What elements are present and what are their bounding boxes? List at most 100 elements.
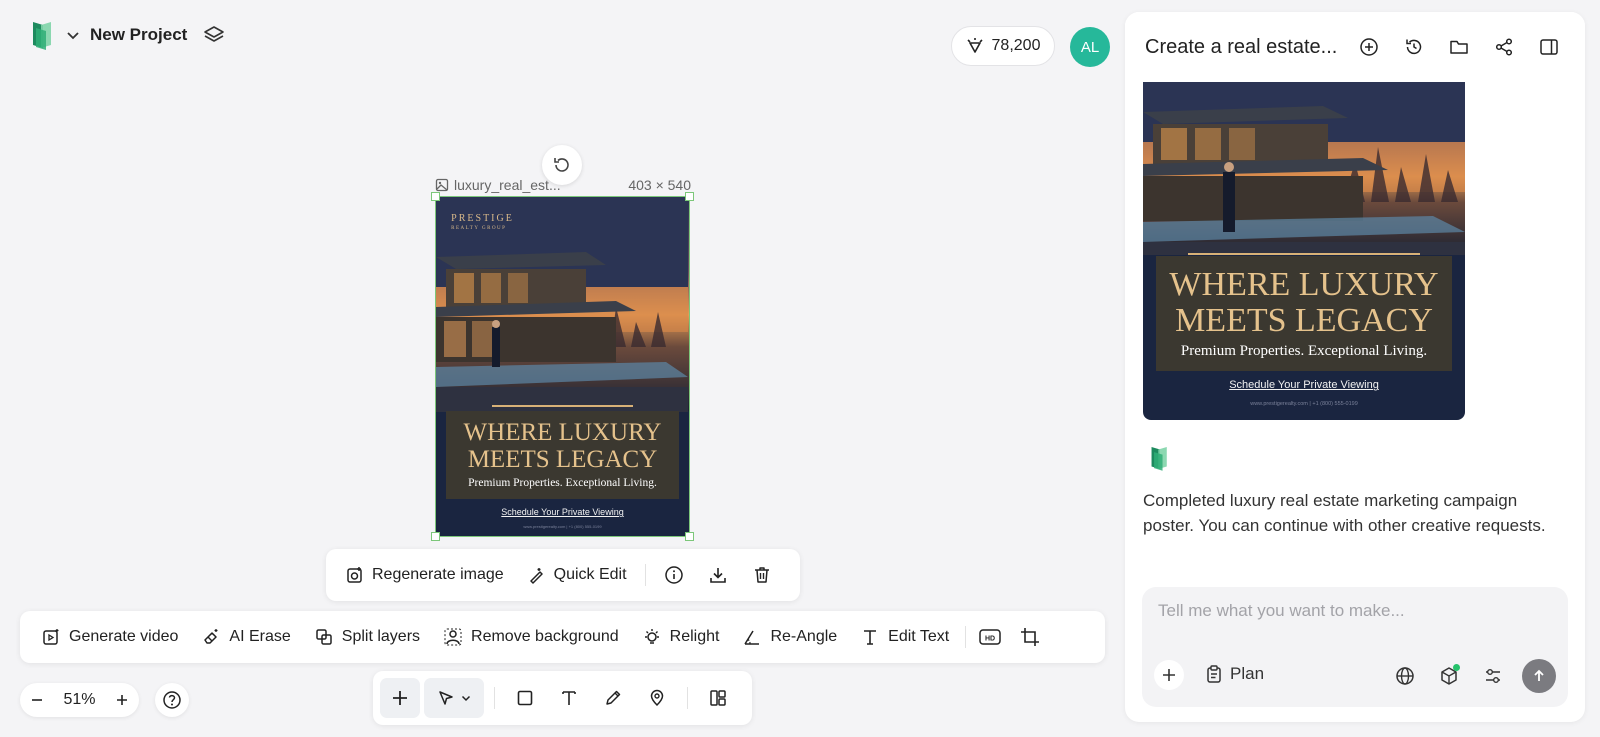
resize-handle-tl[interactable] — [431, 192, 440, 201]
plus-icon — [393, 691, 407, 705]
model-button[interactable] — [1434, 661, 1464, 691]
quick-edit-button[interactable]: Quick Edit — [522, 566, 633, 584]
resize-handle-br[interactable] — [685, 532, 694, 541]
image-action-toolbar: Regenerate image Quick Edit — [326, 549, 800, 601]
lightbulb-icon — [643, 628, 661, 646]
chevron-down-icon — [461, 695, 471, 702]
magic-pen-icon — [528, 566, 546, 584]
clipboard-icon — [1207, 665, 1221, 683]
zoom-level[interactable]: 51% — [63, 691, 95, 709]
toolbar-divider — [494, 687, 495, 709]
assistant-message: Completed luxury real estate marketing c… — [1143, 491, 1546, 535]
new-chat-button[interactable] — [1353, 31, 1385, 63]
split-layers-icon — [315, 628, 333, 646]
image-file-icon — [435, 178, 449, 192]
pin-tool-button[interactable] — [637, 678, 677, 718]
poster-divider — [491, 405, 634, 408]
video-icon — [42, 628, 60, 646]
plus-icon — [1163, 669, 1175, 681]
gem-icon — [966, 37, 984, 55]
arrow-up-icon — [1534, 669, 1544, 681]
user-avatar[interactable]: AL — [1070, 27, 1110, 67]
poster-headline-1: WHERE LUXURY — [463, 419, 662, 447]
poster-cta: Schedule Your Private Viewing — [501, 507, 624, 518]
project-menu-chevron-icon[interactable] — [66, 28, 80, 42]
download-icon — [709, 568, 726, 583]
chat-title[interactable]: Create a real estate... — [1145, 36, 1343, 59]
chat-input[interactable] — [1158, 599, 1548, 623]
poster-image: PRESTIGE REALTY GROUP WHERE LUXURY MEETS… — [436, 197, 689, 536]
artboard-dimensions: 403 × 540 — [628, 177, 691, 193]
poster-thumbnail: WHERE LUXURY MEETS LEGACY Premium Proper… — [1143, 82, 1465, 420]
plan-mode-button[interactable]: Plan — [1206, 664, 1264, 684]
poster-cta: Schedule Your Private Viewing — [1229, 379, 1379, 392]
chat-generated-image[interactable]: WHERE LUXURY MEETS LEGACY Premium Proper… — [1143, 82, 1465, 420]
files-button[interactable] — [1443, 31, 1475, 63]
poster-tagline: Premium Properties. Exceptional Living. — [1180, 342, 1428, 359]
generate-video-button[interactable]: Generate video — [34, 628, 186, 646]
svg-text:HD: HD — [985, 636, 995, 643]
project-header: New Project — [30, 18, 225, 52]
info-icon — [664, 566, 683, 584]
artboard-filename: luxury_real_est... — [454, 177, 561, 193]
ai-tools-toolbar: Generate video AI Erase Split layers Rem… — [20, 611, 1105, 663]
credits-badge[interactable]: 78,200 — [951, 26, 1055, 66]
add-button[interactable] — [380, 678, 420, 718]
layers-icon[interactable] — [203, 24, 225, 46]
toggle-panel-button[interactable] — [1533, 31, 1565, 63]
project-title[interactable]: New Project — [90, 25, 187, 45]
resize-handle-tr[interactable] — [685, 192, 694, 201]
poster-footer: www.prestigerealty.com | +1 (800) 555-01… — [1250, 401, 1358, 408]
resize-handle-bl[interactable] — [431, 532, 440, 541]
artboard-selection[interactable]: PRESTIGE REALTY GROUP WHERE LUXURY MEETS… — [431, 192, 694, 541]
poster-brand: PRESTIGE REALTY GROUP — [451, 212, 514, 231]
app-logo-icon[interactable] — [30, 19, 56, 51]
status-dot — [1453, 664, 1460, 671]
eraser-icon — [202, 628, 220, 646]
attach-button[interactable] — [1154, 660, 1184, 690]
text-icon — [861, 628, 879, 646]
text-tool-button[interactable] — [549, 678, 589, 718]
remove-background-button[interactable]: Remove background — [436, 628, 627, 646]
edit-text-button[interactable]: Edit Text — [853, 628, 957, 646]
regenerate-image-button[interactable]: Regenerate image — [340, 566, 510, 584]
zoom-out-icon[interactable] — [30, 693, 44, 707]
folder-icon — [1450, 40, 1468, 54]
pen-tool-button[interactable] — [593, 678, 633, 718]
poster-footer: www.prestigerealty.com | +1 (800) 555-01… — [523, 524, 602, 530]
split-layers-button[interactable]: Split layers — [307, 628, 428, 646]
hd-upscale-button[interactable]: HD — [974, 621, 1006, 653]
share-button[interactable] — [1488, 31, 1520, 63]
chat-composer: Plan — [1142, 587, 1568, 707]
layout-icon — [710, 690, 726, 706]
help-icon — [163, 691, 181, 709]
history-icon — [1406, 39, 1422, 55]
re-angle-button[interactable]: Re-Angle — [735, 628, 845, 646]
settings-button[interactable] — [1478, 661, 1508, 691]
chat-header: Create a real estate... — [1125, 12, 1585, 82]
send-button[interactable] — [1522, 659, 1556, 693]
poster-headline-2: MEETS LEGACY — [467, 445, 658, 473]
toolbar-divider — [687, 687, 688, 709]
share-icon — [1495, 38, 1513, 56]
info-button[interactable] — [658, 559, 690, 591]
select-tool-button[interactable] — [424, 678, 484, 718]
crop-button[interactable] — [1014, 621, 1046, 653]
layout-tool-button[interactable] — [698, 678, 738, 718]
ai-erase-button[interactable]: AI Erase — [194, 628, 298, 646]
download-button[interactable] — [702, 559, 734, 591]
trash-icon — [754, 567, 769, 583]
history-button[interactable] — [1398, 31, 1430, 63]
sliders-icon — [1486, 669, 1500, 683]
globe-icon — [1396, 667, 1414, 685]
cursor-icon — [439, 691, 453, 705]
web-search-button[interactable] — [1390, 661, 1420, 691]
rectangle-tool-button[interactable] — [505, 678, 545, 718]
zoom-control: 51% — [20, 683, 139, 717]
delete-button[interactable] — [746, 559, 778, 591]
regenerate-icon — [346, 566, 364, 584]
relight-button[interactable]: Relight — [635, 628, 728, 646]
zoom-in-icon[interactable] — [115, 693, 129, 707]
help-button[interactable] — [155, 683, 189, 717]
crop-icon — [1021, 628, 1040, 646]
